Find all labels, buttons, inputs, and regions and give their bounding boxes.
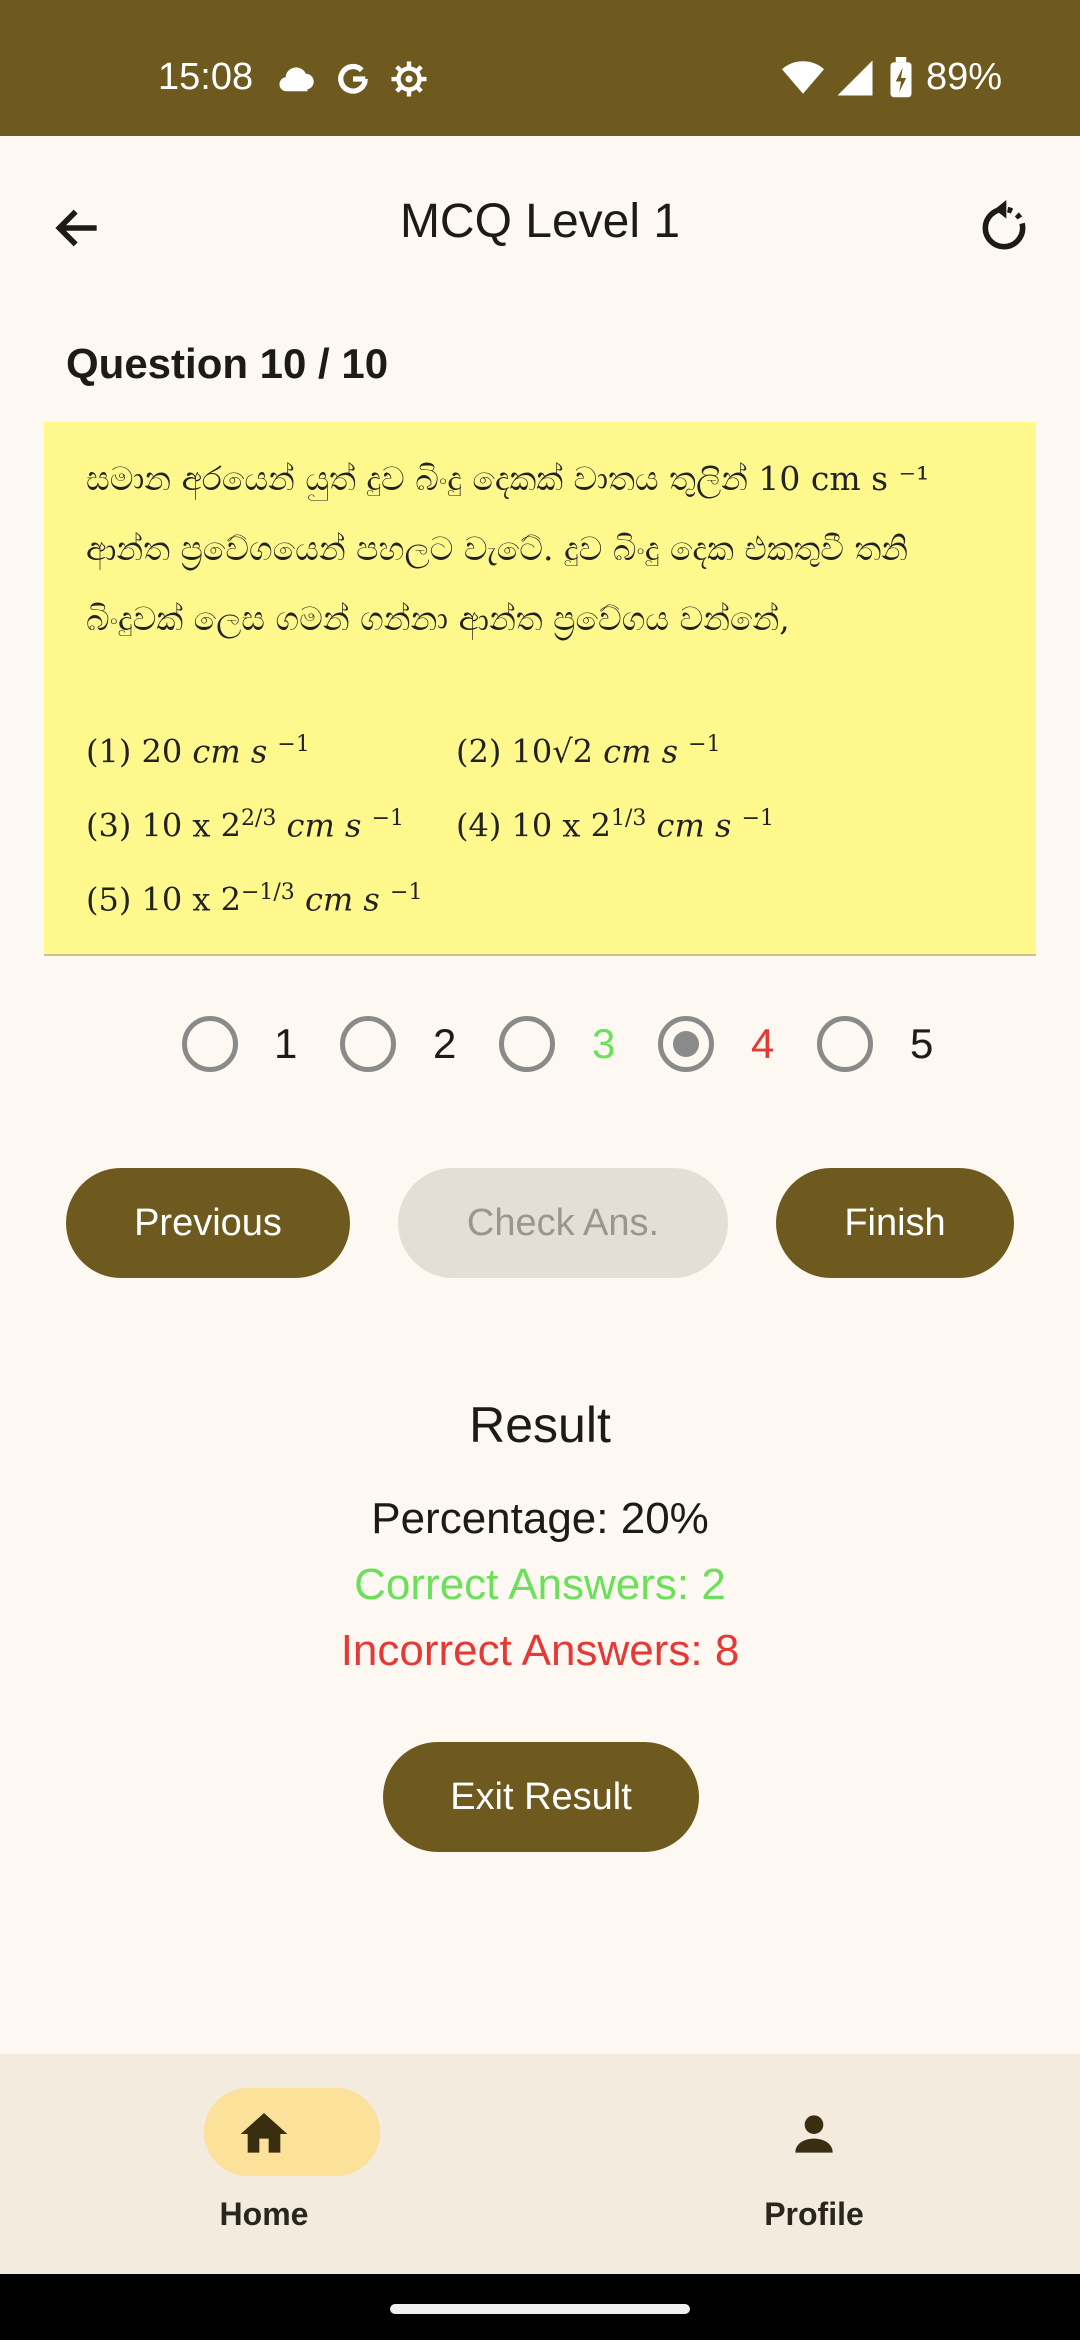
- google-icon: [338, 64, 368, 94]
- choice-label-4: 4: [751, 1020, 775, 1067]
- option-3: (3) 10 x 22/3 cm s −1: [86, 806, 405, 845]
- cloud-icon: [279, 67, 314, 92]
- refresh-icon: [982, 200, 1026, 250]
- status-bar: 15:08 89%: [0, 0, 1080, 136]
- radio-choice-4[interactable]: [658, 1016, 714, 1072]
- option-5: (5) 10 x 2−1/3 cm s −1: [86, 880, 423, 919]
- option-4: (4) 10 x 21/3 cm s −1: [456, 806, 775, 845]
- home-icon: [240, 2113, 288, 2153]
- result-incorrect-answers: Incorrect Answers: 8: [340, 1626, 740, 1675]
- nav-active-indicator: [204, 2088, 380, 2176]
- previous-button[interactable]: Previous: [66, 1168, 350, 1278]
- app-bar: MCQ Level 1: [0, 136, 1080, 312]
- nav-item-profile[interactable]: Profile: [664, 2088, 964, 2248]
- bottom-navigation: Home Profile: [0, 2054, 1080, 2274]
- radio-choice-3[interactable]: [499, 1016, 555, 1072]
- choice-label-1: 1: [274, 1020, 298, 1067]
- battery-charging-icon: [890, 56, 912, 97]
- radio-choice-1[interactable]: [182, 1016, 238, 1072]
- wifi-icon: [781, 60, 824, 94]
- nav-label-profile: Profile: [764, 2196, 864, 2232]
- refresh-button[interactable]: [964, 188, 1044, 268]
- nav-label-home: Home: [219, 2196, 309, 2232]
- page-title: MCQ Level 1: [399, 195, 681, 248]
- answer-choices: 1 2 3 4 5: [0, 1016, 1080, 1076]
- choice-label-5: 5: [910, 1020, 934, 1067]
- radio-selected-dot: [673, 1031, 699, 1057]
- radio-choice-2[interactable]: [340, 1016, 396, 1072]
- nav-item-home[interactable]: Home: [114, 2088, 414, 2248]
- finish-button[interactable]: Finish: [776, 1168, 1014, 1278]
- battery-percentage: 89%: [925, 56, 1002, 98]
- option-2: (2) 10√2 cm s −1: [456, 732, 721, 771]
- result-correct-answers: Correct Answers: 2: [354, 1560, 726, 1609]
- settings-gear-icon: [391, 61, 427, 97]
- check-answer-button[interactable]: Check Ans.: [398, 1168, 728, 1278]
- home-gesture-handle[interactable]: [390, 2304, 690, 2314]
- person-icon: [795, 2115, 833, 2153]
- cell-signal-icon: [837, 60, 873, 95]
- option-1: (1) 20 cm s −1: [86, 732, 310, 771]
- exit-result-button[interactable]: Exit Result: [383, 1742, 699, 1852]
- question-card: සමාන අරයෙන් යුත් දුව බිංදු දෙකක් වාතය තු…: [44, 422, 1036, 956]
- choice-label-2: 2: [433, 1020, 457, 1067]
- question-counter: Question 10 / 10: [66, 340, 389, 387]
- radio-choice-5[interactable]: [817, 1016, 873, 1072]
- choice-label-3: 3: [592, 1020, 616, 1067]
- question-text: සමාන අරයෙන් යුත් දුව බිංදු දෙකක් වාතය තු…: [86, 459, 930, 638]
- result-percentage: Percentage: 20%: [371, 1494, 709, 1543]
- result-title: Result: [469, 1397, 611, 1453]
- gesture-bar: [0, 2274, 1080, 2340]
- status-time: 15:08: [158, 56, 254, 98]
